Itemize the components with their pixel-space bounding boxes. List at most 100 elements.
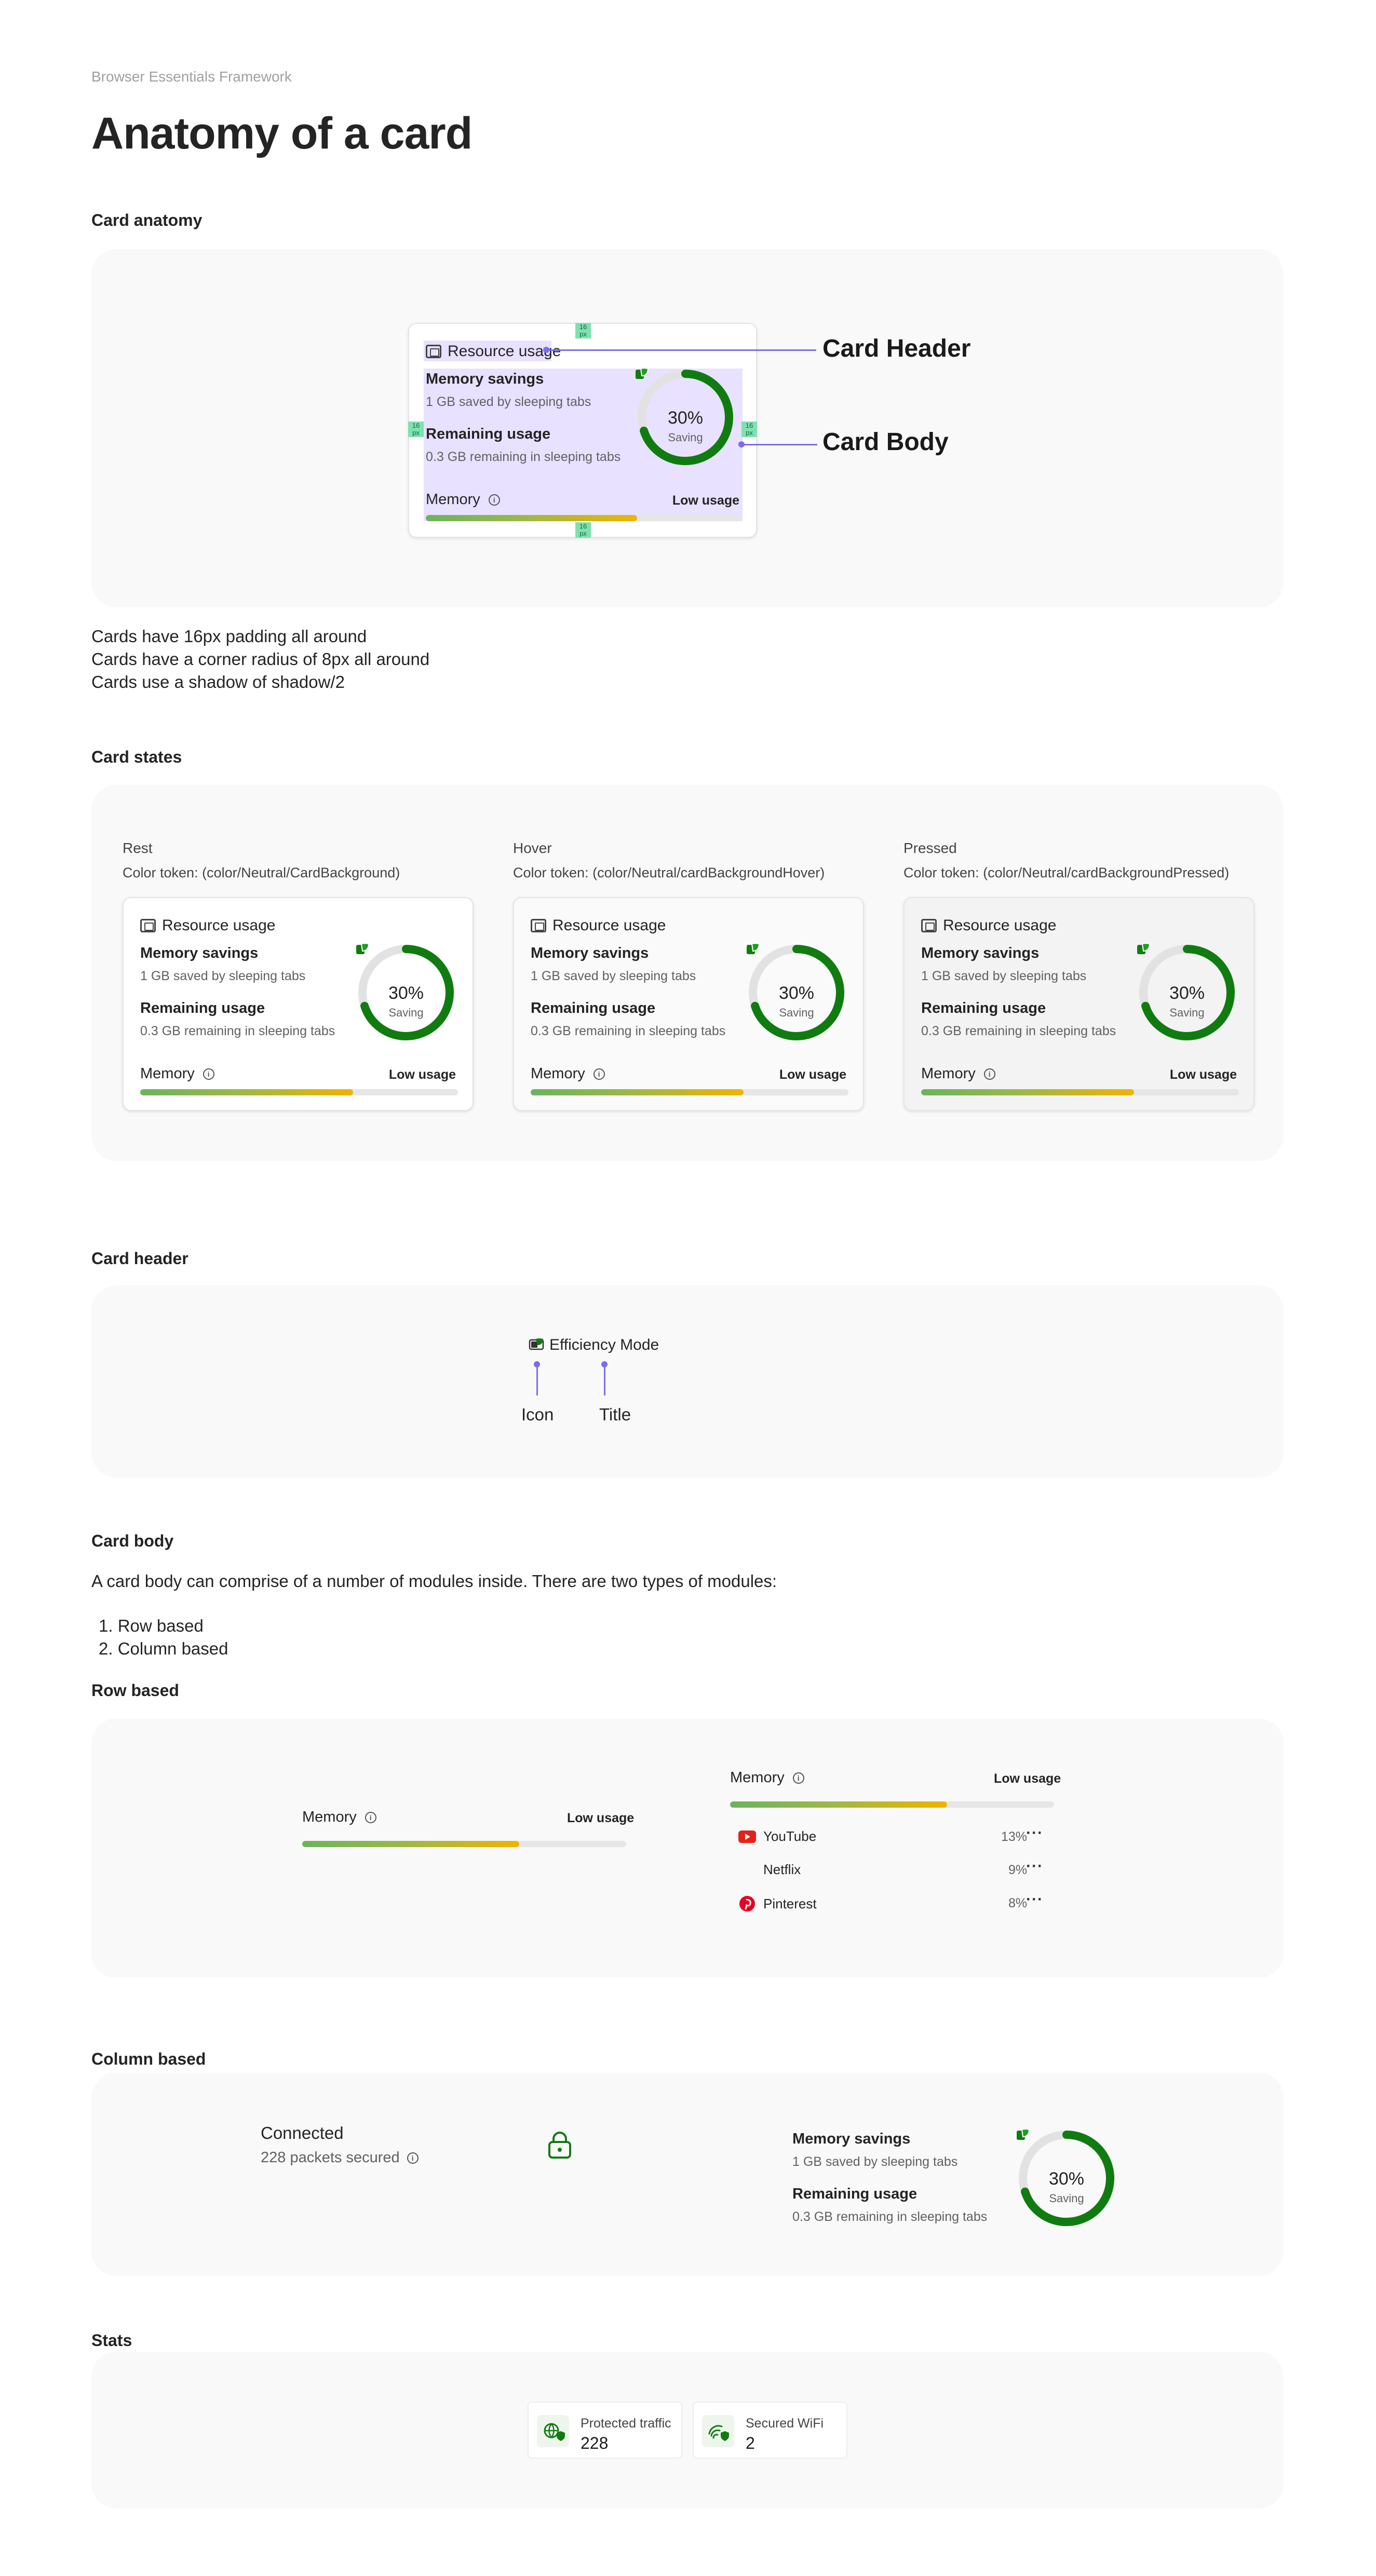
info-icon[interactable]: i [365,1811,376,1823]
info-icon[interactable]: i [203,1068,214,1080]
state-pressed-label: Pressed [903,840,957,856]
card-header: Resource usage [921,917,1056,934]
wifi-shield-icon [702,2415,734,2447]
remaining-sub: 0.3 GB remaining in sleeping tabs [426,450,621,464]
page-eyebrow: Browser Essentials Framework [91,69,292,85]
memory-bar [531,1089,848,1095]
remaining-label: Remaining usage [792,2186,918,2202]
card-rest[interactable]: Resource usage Memory savings 1 GB saved… [123,897,474,1111]
info-icon[interactable]: i [983,1068,995,1080]
label-title: Title [599,1405,631,1424]
memory-savings-sub: 1 GB saved by sleeping tabs [426,395,591,409]
card-header-title: Resource usage [943,917,1057,934]
state-hover-label: Hover [513,840,552,856]
stat-value: 228 [581,2434,609,2452]
memory-status: Low usage [1169,1067,1237,1082]
column-savings-module: Memory savings 1 GB saved by sleeping ta… [792,2128,1156,2250]
connected-sub-row: 228 packets secured i [261,2149,419,2166]
remaining-sub: 0.3 GB remaining in sleeping tabs [792,2209,988,2224]
info-icon[interactable]: i [407,2152,419,2164]
ring-value: 30% [667,408,704,428]
anatomy-notes: Cards have 16px padding all around Cards… [91,625,429,694]
anatomy-card: Resource usage Memory savings 1 GB saved… [408,323,757,538]
remaining-sub: 0.3 GB remaining in sleeping tabs [531,1024,726,1038]
ring-sub: Saving [1169,1006,1205,1019]
leaf-icon [1017,2128,1030,2140]
card-header-panel [91,1285,1284,1477]
info-icon[interactable]: i [488,494,500,506]
leaf-icon [747,943,760,954]
globe-shield-icon [537,2415,569,2447]
list-item-pct: 8% [1008,1896,1028,1910]
padding-tag-bottom: 16 px [575,522,591,538]
info-icon[interactable]: i [593,1068,605,1080]
info-icon[interactable]: i [792,1772,804,1784]
memory-row: Memory i [140,1065,214,1082]
ring-value: 30% [1048,2169,1085,2189]
remaining-sub: 0.3 GB remaining in sleeping tabs [921,1024,1116,1038]
section-title-anatomy: Card anatomy [91,211,203,229]
ring-sub: Saving [779,1006,814,1019]
memory-status: Low usage [567,1811,635,1825]
more-options-icon[interactable]: ··· [1026,1858,1043,1875]
page-title: Anatomy of a card [91,109,473,158]
memory-bar-fill [140,1089,354,1095]
body-callout-line [741,444,817,445]
state-pressed-token: Color token: (color/Neutral/cardBackgrou… [903,865,1230,880]
connected-title: Connected [261,2123,344,2143]
memory-savings-sub: 1 GB saved by sleeping tabs [531,969,696,983]
card-header-title: Resource usage [552,917,666,934]
list-memory-bar [730,1801,1054,1808]
memory-label: Memory [426,491,480,508]
memory-bar-fill [921,1089,1135,1095]
stat-protected-traffic[interactable]: Protected traffic 228 [528,2402,682,2459]
memory-status: Low usage [779,1067,846,1082]
saving-ring: 30% Saving [355,942,457,1043]
row-memory: Memory i [302,1809,376,1826]
note-radius: Cards have a corner radius of 8px all ar… [91,649,430,669]
memory-savings-label: Memory savings [921,945,1040,961]
row-memory-bar [302,1841,626,1847]
memory-label: Memory [730,1769,785,1786]
type-column-based: 2. Column based [99,1639,228,1658]
note-shadow: Cards use a shadow of shadow/2 [91,672,345,692]
ring-value: 30% [1169,983,1205,1003]
section-title-card-body: Card body [91,1531,174,1550]
memory-savings-label: Memory savings [426,371,544,387]
memory-row: Memory i [921,1065,995,1082]
more-options-icon[interactable]: ··· [1026,1891,1043,1908]
card-header: Resource usage [531,917,666,934]
title-callout-line [604,1364,605,1395]
ring-sub: Saving [668,431,703,444]
callout-card-body: Card Body [822,428,949,456]
remaining-sub: 0.3 GB remaining in sleeping tabs [140,1024,335,1038]
memory-status: Low usage [672,493,739,508]
memory-status: Low usage [388,1067,456,1082]
list-item-name: YouTube [763,1828,817,1844]
card-pressed[interactable]: Resource usage Memory savings 1 GB saved… [903,897,1254,1111]
list-item-pinterest[interactable]: Pinterest [738,1895,817,1913]
list-item-youtube[interactable]: YouTube [738,1828,816,1845]
remaining-label: Remaining usage [426,426,551,442]
saving-ring: 30% Saving [1016,2127,1117,2229]
memory-label: Memory [531,1065,585,1082]
youtube-icon [738,1830,756,1843]
lock-icon [548,2131,571,2159]
card-hover[interactable]: Resource usage Memory savings 1 GB saved… [513,897,864,1111]
list-item-netflix[interactable]: Netflix [763,1862,801,1878]
stat-label: Protected traffic [581,2416,671,2431]
state-rest-token: Color token: (color/Neutral/CardBackgrou… [123,865,400,880]
section-title-states: Card states [91,748,182,766]
stats-panel [91,2352,1284,2509]
memory-savings-label: Memory savings [792,2131,911,2147]
card-header: Resource usage [426,343,561,360]
memory-bar [426,515,741,521]
note-padding: Cards have 16px padding all around [91,627,367,646]
callout-card-header: Card Header [822,335,971,362]
more-options-icon[interactable]: ··· [1026,1824,1043,1842]
memory-savings-sub: 1 GB saved by sleeping tabs [140,969,306,983]
stat-secured-wifi[interactable]: Secured WiFi 2 [693,2402,847,2459]
chip-icon [921,919,937,932]
ring-value: 30% [388,983,424,1003]
padding-tag-left: 16 px [408,422,424,437]
